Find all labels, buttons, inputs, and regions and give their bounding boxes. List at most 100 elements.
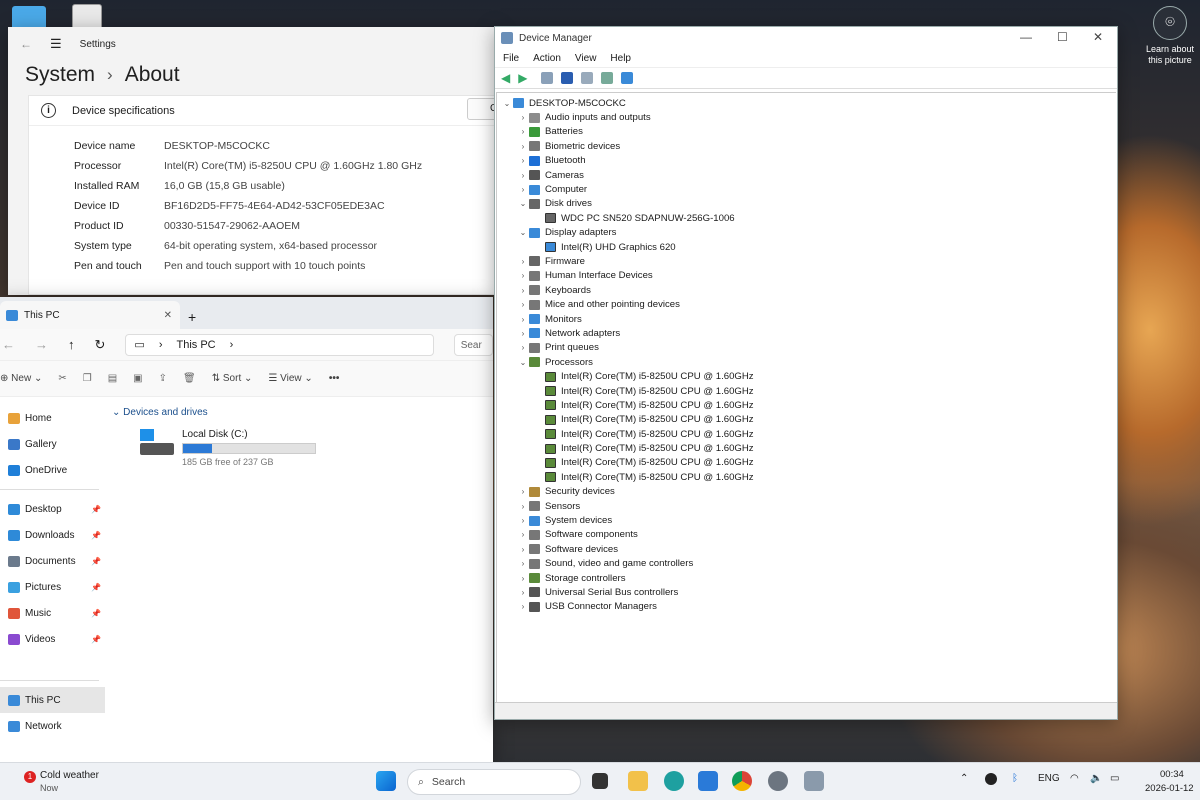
chrome-icon[interactable] [732,771,752,791]
chevron-right-icon[interactable]: › [517,171,529,180]
tree-node-sensors[interactable]: › Sensors [497,499,1116,513]
chevron-right-icon[interactable]: › [517,329,529,338]
scan-hardware-icon[interactable] [601,72,614,84]
chevron-right-icon[interactable]: › [517,502,529,511]
tree-node-system-devices[interactable]: › System devices [497,513,1116,527]
weather-widget[interactable]: 1 Cold weather Now [18,768,108,796]
taskbar-search[interactable]: ⌕ Search [407,769,581,795]
sidebar-item-downloads[interactable]: Downloads 📌 [0,522,105,548]
back-arrow-icon[interactable]: ◀ [501,71,510,85]
chevron-right-icon[interactable]: › [517,530,529,539]
wifi-icon[interactable]: ◠ [1070,773,1079,784]
sidebar-item-desktop[interactable]: Desktop 📌 [0,496,105,522]
cut-icon[interactable]: ✂ [58,373,66,384]
delete-icon[interactable]: 🗑 [183,373,196,384]
more-options-button[interactable]: ••• [329,373,340,384]
chevron-down-icon[interactable]: ⌄ [517,358,529,367]
refresh-icon[interactable]: ↻ [95,337,106,353]
chevron-right-icon[interactable]: › [517,516,529,525]
minimize-button[interactable]: — [1020,30,1032,44]
tree-child[interactable]: Intel(R) Core(TM) i5-8250U CPU @ 1.60GHz [497,413,1116,427]
tree-node-audio-inputs-and-outputs[interactable]: › Audio inputs and outputs [497,110,1116,124]
pin-icon[interactable]: 📌 [91,583,101,592]
tree-node-software-devices[interactable]: › Software devices [497,542,1116,556]
tree-node-keyboards[interactable]: › Keyboards [497,283,1116,297]
store-icon[interactable] [698,771,718,791]
settings-gear-icon[interactable] [768,771,788,791]
up-arrow-icon[interactable]: ↑ [68,337,75,352]
tree-root[interactable]: ⌄ DESKTOP-M5COCKC [497,96,1116,110]
pin-icon[interactable]: 📌 [91,531,101,540]
chevron-right-icon[interactable]: › [517,156,529,165]
display-monitor-icon[interactable] [621,72,634,84]
edge-icon[interactable] [664,771,684,791]
sidebar-item-gallery[interactable]: Gallery [0,431,105,457]
tree-node-universal-serial-bus-controllers[interactable]: › Universal Serial Bus controllers [497,585,1116,599]
sidebar-item-videos[interactable]: Videos 📌 [0,626,105,652]
tray-app-icon[interactable] [985,773,997,785]
share-icon[interactable]: ⇪ [159,373,167,384]
device-specifications-header[interactable]: i Device specifications [29,96,507,126]
rename-icon[interactable]: ▣ [133,373,142,384]
tree-node-usb-connector-managers[interactable]: › USB Connector Managers [497,600,1116,614]
sidebar-item-documents[interactable]: Documents 📌 [0,548,105,574]
tree-node-firmware[interactable]: › Firmware [497,254,1116,268]
new-tab-button[interactable]: + [188,305,208,329]
tree-node-software-components[interactable]: › Software components [497,528,1116,542]
chevron-right-icon[interactable]: › [517,588,529,597]
task-view-icon[interactable] [592,773,608,789]
sidebar-item-onedrive[interactable]: OneDrive [0,457,105,483]
close-button[interactable]: ✕ [1093,30,1103,44]
sidebar-item-home[interactable]: Home [0,405,105,431]
battery-icon[interactable]: ▭ [1110,773,1119,784]
tree-node-print-queues[interactable]: › Print queues [497,341,1116,355]
view-button[interactable]: ☰ View ⌄ [268,373,312,384]
volume-icon[interactable]: 🔈 [1090,773,1102,784]
chevron-right-icon[interactable]: › [517,343,529,352]
sort-button[interactable]: ⇅ Sort ⌄ [212,373,253,384]
menu-help[interactable]: Help [610,53,631,64]
tree-child[interactable]: WDC PC SN520 SDAPNUW-256G-1006 [497,211,1116,225]
tree-node-batteries[interactable]: › Batteries [497,125,1116,139]
bluetooth-icon[interactable]: ᛒ [1012,773,1018,784]
menu-file[interactable]: File [503,53,519,64]
tree-child[interactable]: Intel(R) Core(TM) i5-8250U CPU @ 1.60GHz [497,369,1116,383]
tree-child[interactable]: Intel(R) Core(TM) i5-8250U CPU @ 1.60GHz [497,470,1116,484]
chevron-right-icon[interactable]: › [517,545,529,554]
chevron-right-icon[interactable]: › [517,300,529,309]
chevron-right-icon[interactable]: › [517,286,529,295]
tree-node-disk-drives[interactable]: ⌄ Disk drives [497,197,1116,211]
chevron-right-icon[interactable]: › [517,185,529,194]
menu-action[interactable]: Action [533,53,561,64]
chevron-right-icon[interactable]: › [517,315,529,324]
chevron-right-icon[interactable]: › [517,257,529,266]
pin-icon[interactable]: 📌 [91,609,101,618]
tree-child[interactable]: Intel(R) Core(TM) i5-8250U CPU @ 1.60GHz [497,456,1116,470]
learn-about-picture-button[interactable]: ⌾ [1153,6,1187,40]
tree-node-monitors[interactable]: › Monitors [497,312,1116,326]
clock-time[interactable]: 00:34 [1160,769,1184,780]
paste-icon[interactable]: ▤ [108,373,117,384]
help-icon[interactable] [561,72,574,84]
properties-icon[interactable] [541,72,554,84]
chevron-right-icon[interactable]: › [517,127,529,136]
tree-node-bluetooth[interactable]: › Bluetooth [497,154,1116,168]
group-header[interactable]: ⌄ Devices and drives [112,407,208,418]
drive-tile-c[interactable]: Local Disk (C:) 185 GB free of 237 GB [140,429,316,467]
address-bar[interactable]: ▭ › This PC › [125,333,434,356]
file-explorer-icon[interactable] [628,771,648,791]
update-driver-icon[interactable] [581,72,594,84]
tree-child[interactable]: Intel(R) Core(TM) i5-8250U CPU @ 1.60GHz [497,427,1116,441]
language-indicator[interactable]: ENG [1038,773,1060,784]
menu-view[interactable]: View [575,53,597,64]
sidebar-item-network[interactable]: Network [0,713,105,739]
tree-node-mice-and-other-pointing-devices[interactable]: › Mice and other pointing devices [497,297,1116,311]
chevron-up-icon[interactable]: ⌃ [960,773,968,784]
pin-icon[interactable]: 📌 [91,557,101,566]
back-arrow-icon[interactable]: ← [2,337,15,352]
tree-node-human-interface-devices[interactable]: › Human Interface Devices [497,269,1116,283]
new-button[interactable]: ⊕ New ⌄ [0,373,42,384]
tree-child[interactable]: Intel(R) Core(TM) i5-8250U CPU @ 1.60GHz [497,441,1116,455]
tree-node-processors[interactable]: ⌄ Processors [497,355,1116,369]
maximize-button[interactable]: ☐ [1057,30,1068,44]
